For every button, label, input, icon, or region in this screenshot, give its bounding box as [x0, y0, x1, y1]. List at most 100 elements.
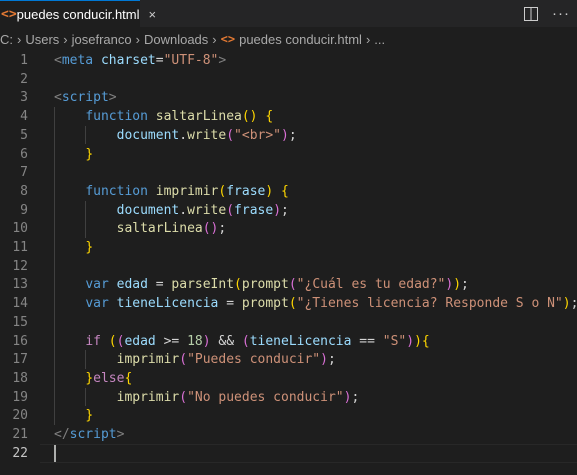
code-token: "¿Tienes licencia? Responde S o N"	[296, 296, 563, 312]
html-file-icon: <>	[1, 6, 17, 22]
code-token: imprimir	[155, 183, 219, 199]
code-token: function	[85, 183, 148, 199]
code-token: else	[93, 370, 125, 386]
code-token: )	[281, 127, 289, 143]
line-number: 10	[12, 221, 28, 237]
code-token: (	[179, 352, 188, 368]
code-token: ()	[241, 109, 258, 125]
code-line[interactable]: 16 if ((edad >= 18) && (tieneLicencia ==…	[0, 332, 577, 351]
code-token: imprimir	[116, 389, 180, 405]
breadcrumb-file[interactable]: puedes conducir.html	[239, 32, 362, 47]
code-token: )	[414, 333, 422, 349]
code-line[interactable]: 3 <script>	[0, 88, 577, 107]
close-icon[interactable]: ×	[149, 7, 157, 22]
code-line[interactable]: 14 var tieneLicencia = prompt("¿Tienes l…	[0, 294, 577, 313]
code-line[interactable]: 4 function saltarLinea() {	[0, 107, 577, 126]
code-line[interactable]: 18 }else{	[0, 369, 577, 388]
code-line[interactable]: 21 </script>	[0, 425, 577, 444]
code-token: >	[218, 53, 227, 68]
code-line[interactable]: 2	[0, 70, 577, 89]
code-token: parseInt	[171, 277, 235, 293]
tab-label: puedes conducir.html	[16, 6, 140, 22]
code-line[interactable]: 5 document.write("<br>");	[0, 126, 577, 145]
code-token: ;	[327, 352, 336, 368]
code-token: {	[281, 183, 289, 199]
code-token: if	[85, 333, 101, 349]
code-line[interactable]: 15	[0, 313, 577, 332]
code-token: script	[69, 427, 117, 442]
editor-actions: ···	[517, 0, 577, 27]
code-token: write	[187, 127, 227, 143]
code-token: var	[85, 277, 109, 293]
code-line[interactable]: 13 var edad = parseInt(prompt("¿Cuál es …	[0, 275, 577, 294]
code-token: script	[61, 90, 109, 106]
split-editor-icon[interactable]	[524, 6, 538, 21]
code-token: )	[202, 333, 211, 349]
line-number: 9	[20, 202, 28, 218]
tab-bar: <> puedes conducir.html × ···	[0, 0, 577, 27]
line-number: 3	[20, 90, 28, 106]
breadcrumb-item[interactable]: Users	[25, 32, 59, 47]
code-token: >=	[155, 333, 188, 349]
code-line[interactable]: 22	[0, 444, 577, 463]
line-number: 2	[20, 71, 28, 87]
code-line[interactable]: 9 document.write(frase);	[0, 201, 577, 220]
code-token: ;	[281, 202, 289, 218]
code-text: <meta charset="UTF-8">	[54, 51, 226, 70]
code-line[interactable]: 10 saltarLinea();	[0, 219, 577, 238]
code-token: )	[406, 333, 415, 349]
code-text: imprimir("No puedes conducir");	[54, 388, 360, 407]
code-line[interactable]: 20 }	[0, 406, 577, 425]
line-number: 4	[20, 109, 28, 125]
line-number: 7	[20, 165, 28, 181]
breadcrumb-item[interactable]: josefranco	[72, 32, 132, 47]
breadcrumb-item[interactable]: C:	[0, 32, 13, 47]
code-text: }	[54, 406, 93, 425]
code-token: </	[54, 427, 70, 442]
code-token: "<br>"	[234, 127, 282, 143]
breadcrumb-trail[interactable]: ...	[374, 32, 385, 47]
more-actions-icon[interactable]: ···	[552, 6, 570, 21]
code-token: frase	[234, 202, 274, 218]
code-token: "UTF-8"	[163, 53, 219, 68]
breadcrumb-separator: ›	[212, 31, 217, 47]
code-line[interactable]: 8 function imprimir(frase) {	[0, 182, 577, 201]
code-token: tieneLicencia	[249, 333, 352, 349]
breadcrumb-separator: ›	[63, 31, 68, 47]
line-number: 19	[12, 389, 28, 405]
code-line[interactable]: 1 <meta charset="UTF-8">	[0, 51, 577, 70]
code-token: (	[241, 333, 250, 349]
line-number: 17	[12, 352, 28, 368]
code-token: }	[85, 240, 94, 255]
code-token: }	[85, 146, 94, 162]
code-token: edad	[124, 333, 156, 349]
tab-puedes-conducir[interactable]: <> puedes conducir.html ×	[0, 0, 156, 27]
code-text: saltarLinea();	[54, 219, 227, 238]
code-token: )	[265, 183, 274, 199]
code-line[interactable]: 7	[0, 163, 577, 182]
code-editor[interactable]: 1 <meta charset="UTF-8"> 2 3 <script> 4 funct…	[0, 51, 577, 475]
code-token: ;	[351, 389, 360, 405]
code-token: ;	[461, 277, 469, 293]
code-token: (	[108, 333, 117, 349]
code-line[interactable]: 12	[0, 257, 577, 276]
code-token: }	[85, 408, 94, 424]
code-line[interactable]: 6 }	[0, 145, 577, 164]
code-line[interactable]: 17 imprimir("Puedes conducir");	[0, 350, 577, 369]
code-text: var edad = parseInt(prompt("¿Cuál es tu …	[54, 275, 469, 294]
code-token: .	[179, 127, 188, 143]
line-number: 5	[20, 127, 28, 143]
text-cursor	[54, 444, 56, 462]
line-number: 8	[20, 183, 28, 199]
code-line[interactable]: 19 imprimir("No puedes conducir");	[0, 388, 577, 407]
breadcrumb-item[interactable]: Downloads	[144, 32, 208, 47]
code-text: </script>	[54, 425, 124, 444]
code-line[interactable]: 11 }	[0, 238, 577, 257]
